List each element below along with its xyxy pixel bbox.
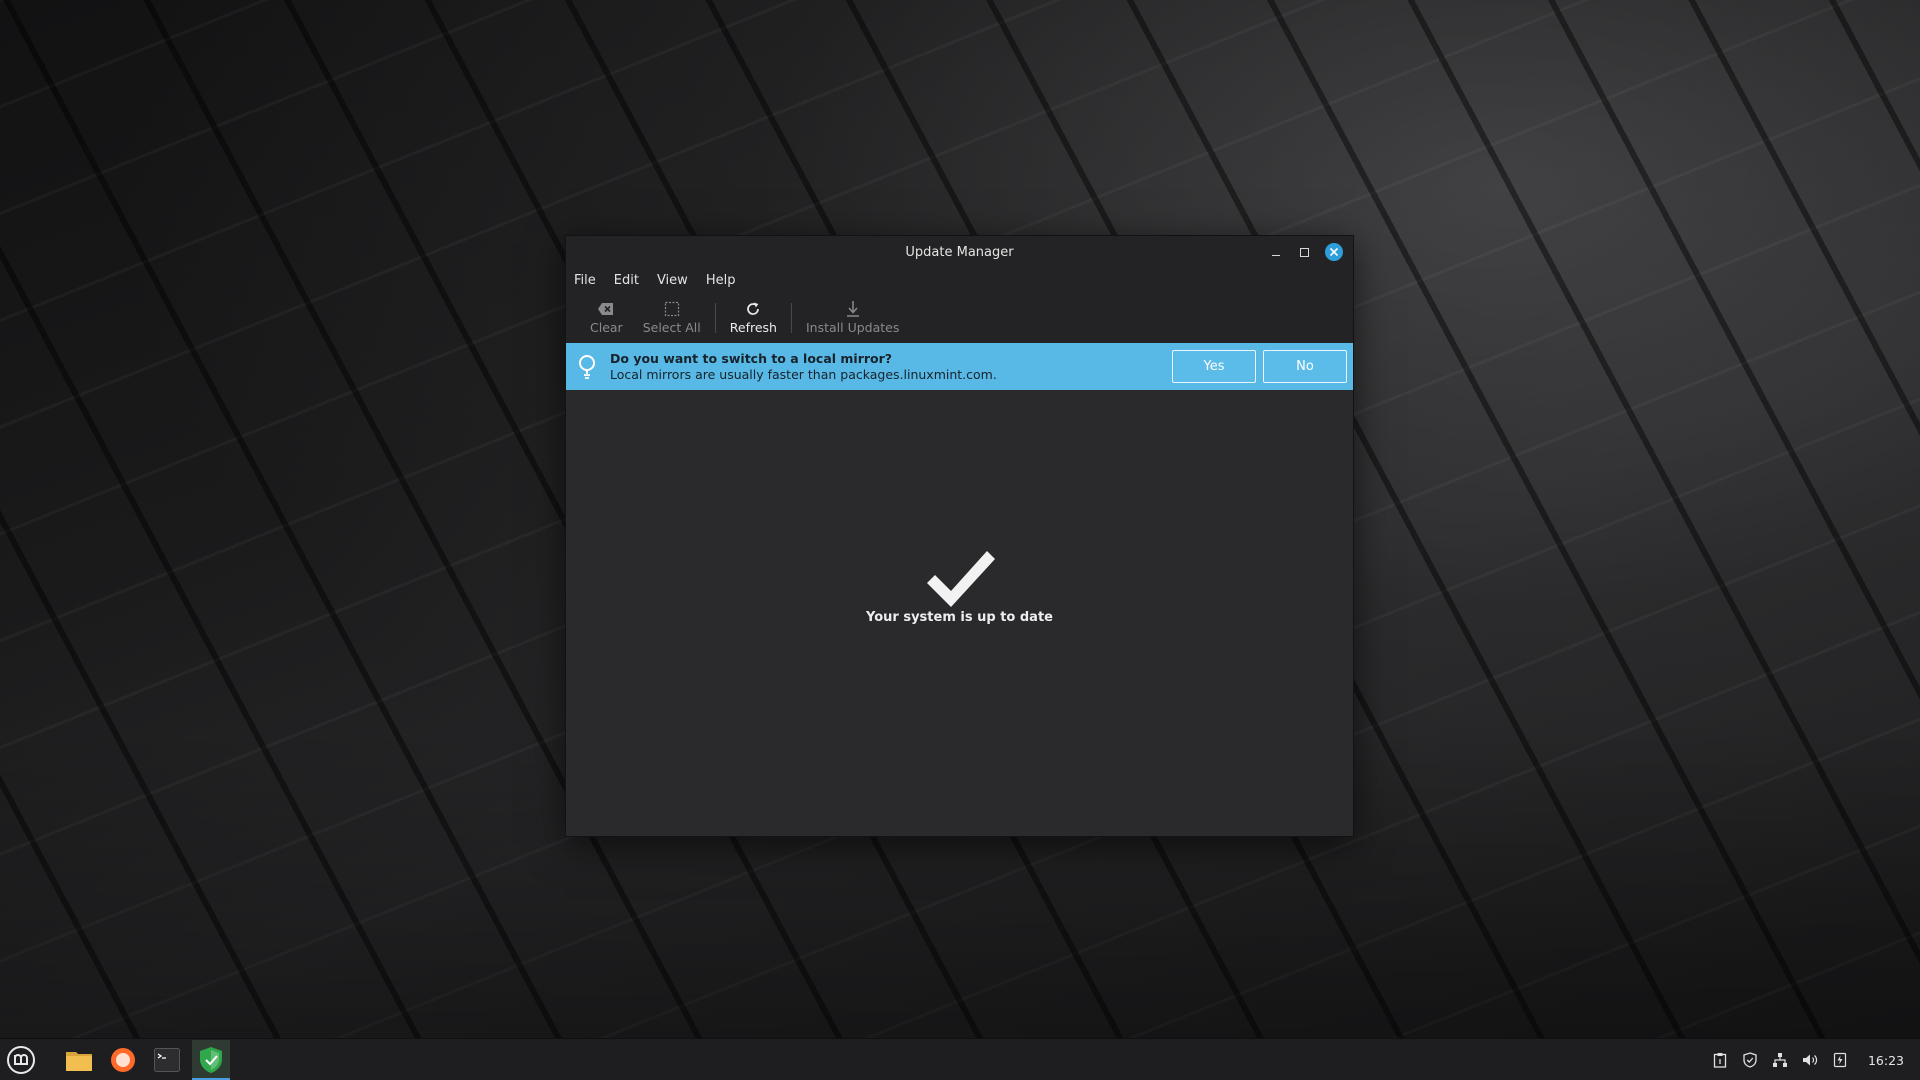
system-tray: 16:23 — [1712, 1039, 1920, 1080]
window-controls — [1265, 241, 1343, 263]
update-manager-taskbar-item[interactable] — [192, 1039, 230, 1080]
taskbar: 16:23 — [0, 1038, 1920, 1080]
clear-label: Clear — [590, 320, 623, 335]
panel-launchers — [60, 1039, 230, 1080]
no-button[interactable]: No — [1263, 350, 1347, 383]
terminal-launcher[interactable] — [148, 1040, 186, 1080]
close-button[interactable] — [1325, 243, 1343, 261]
menubar: File Edit View Help — [566, 268, 1353, 292]
toolbar-separator — [790, 302, 792, 333]
terminal-icon — [154, 1047, 180, 1072]
close-icon — [1329, 247, 1339, 257]
update-manager-icon — [200, 1046, 222, 1073]
volume-tray[interactable] — [1802, 1052, 1818, 1068]
select-all-icon — [664, 300, 680, 318]
menu-view[interactable]: View — [657, 273, 688, 288]
files-launcher[interactable] — [60, 1040, 98, 1080]
firefox-icon — [111, 1047, 135, 1072]
power-tray[interactable] — [1832, 1052, 1848, 1068]
infobar-body: Local mirrors are usually faster than pa… — [610, 366, 997, 382]
update-manager-window: Update Manager File Edit View Help Clear… — [565, 235, 1354, 837]
clear-icon — [597, 300, 615, 318]
updates-content-area: Your system is up to date — [566, 390, 1353, 836]
install-updates-label: Install Updates — [805, 320, 900, 335]
volume-icon — [1802, 1054, 1818, 1066]
refresh-icon — [745, 300, 761, 318]
yes-button[interactable]: Yes — [1172, 350, 1256, 383]
shield-icon — [1743, 1052, 1757, 1068]
linux-mint-logo-icon — [7, 1045, 35, 1074]
lightbulb-icon — [576, 354, 598, 380]
refresh-label: Refresh — [729, 320, 777, 335]
mirror-infobar: Do you want to switch to a local mirror?… — [566, 343, 1353, 390]
status-message: Your system is up to date — [866, 610, 1053, 625]
window-titlebar[interactable]: Update Manager — [566, 236, 1353, 268]
clipboard-icon — [1713, 1053, 1727, 1068]
firefox-launcher[interactable] — [104, 1040, 142, 1080]
update-manager-tray[interactable] — [1742, 1052, 1758, 1068]
select-all-button[interactable]: Select All — [633, 296, 711, 340]
infobar-title: Do you want to switch to a local mirror? — [610, 350, 893, 366]
select-all-label: Select All — [642, 320, 701, 335]
download-icon — [845, 300, 861, 318]
menu-help[interactable]: Help — [706, 273, 736, 288]
checkmark-icon — [927, 551, 995, 607]
power-plug-icon — [1833, 1052, 1847, 1068]
infobar-message: Do you want to switch to a local mirror?… — [610, 351, 997, 383]
infobar-actions: Yes No — [1172, 350, 1347, 383]
toolbar: Clear Select All Refresh Install Updates — [566, 292, 1353, 343]
mint-menu-button[interactable] — [0, 1039, 42, 1080]
minimize-button[interactable] — [1265, 241, 1287, 263]
menu-file[interactable]: File — [574, 273, 596, 288]
toolbar-separator — [714, 302, 716, 333]
clock[interactable]: 16:23 — [1868, 1053, 1904, 1068]
refresh-button[interactable]: Refresh — [720, 296, 787, 340]
files-icon — [66, 1051, 92, 1071]
network-icon — [1772, 1053, 1787, 1067]
window-title: Update Manager — [905, 244, 1014, 260]
maximize-button[interactable] — [1293, 241, 1315, 263]
install-updates-button[interactable]: Install Updates — [796, 296, 909, 340]
clear-button[interactable]: Clear — [580, 296, 633, 340]
menu-edit[interactable]: Edit — [614, 273, 639, 288]
clipboard-tray[interactable] — [1712, 1052, 1728, 1068]
network-tray[interactable] — [1772, 1052, 1788, 1068]
